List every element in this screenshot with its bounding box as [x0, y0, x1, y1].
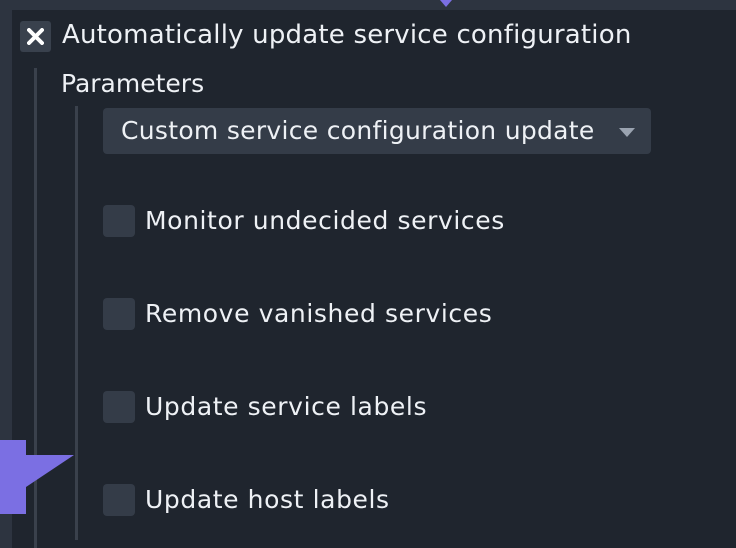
checkbox[interactable] — [103, 298, 135, 330]
option-remove-vanished[interactable]: Remove vanished services — [103, 297, 492, 331]
option-label[interactable]: Remove vanished services — [145, 299, 492, 329]
close-x-icon — [27, 28, 44, 45]
auto-update-checkbox[interactable] — [20, 21, 51, 52]
checkbox[interactable] — [103, 484, 135, 516]
option-label[interactable]: Monitor undecided services — [145, 206, 505, 236]
option-label[interactable]: Update service labels — [145, 392, 427, 422]
dropdown-selected-value: Custom service configuration update — [121, 116, 595, 145]
tooltip-pointer-top — [440, 0, 452, 7]
checkbox[interactable] — [103, 205, 135, 237]
checkbox[interactable] — [103, 391, 135, 423]
caret-down-icon — [619, 128, 635, 137]
option-update-service-labels[interactable]: Update service labels — [103, 390, 427, 424]
nesting-guide-inner — [75, 106, 78, 540]
auto-update-label[interactable]: Automatically update service configurati… — [62, 19, 632, 51]
option-update-host-labels[interactable]: Update host labels — [103, 483, 390, 517]
option-monitor-undecided[interactable]: Monitor undecided services — [103, 204, 505, 238]
tooltip-bubble — [0, 440, 26, 514]
service-update-mode-dropdown[interactable]: Custom service configuration update — [103, 108, 651, 154]
parameters-heading: Parameters — [61, 69, 205, 98]
tooltip-text: ! — [0, 461, 4, 489]
option-label[interactable]: Update host labels — [145, 485, 390, 515]
